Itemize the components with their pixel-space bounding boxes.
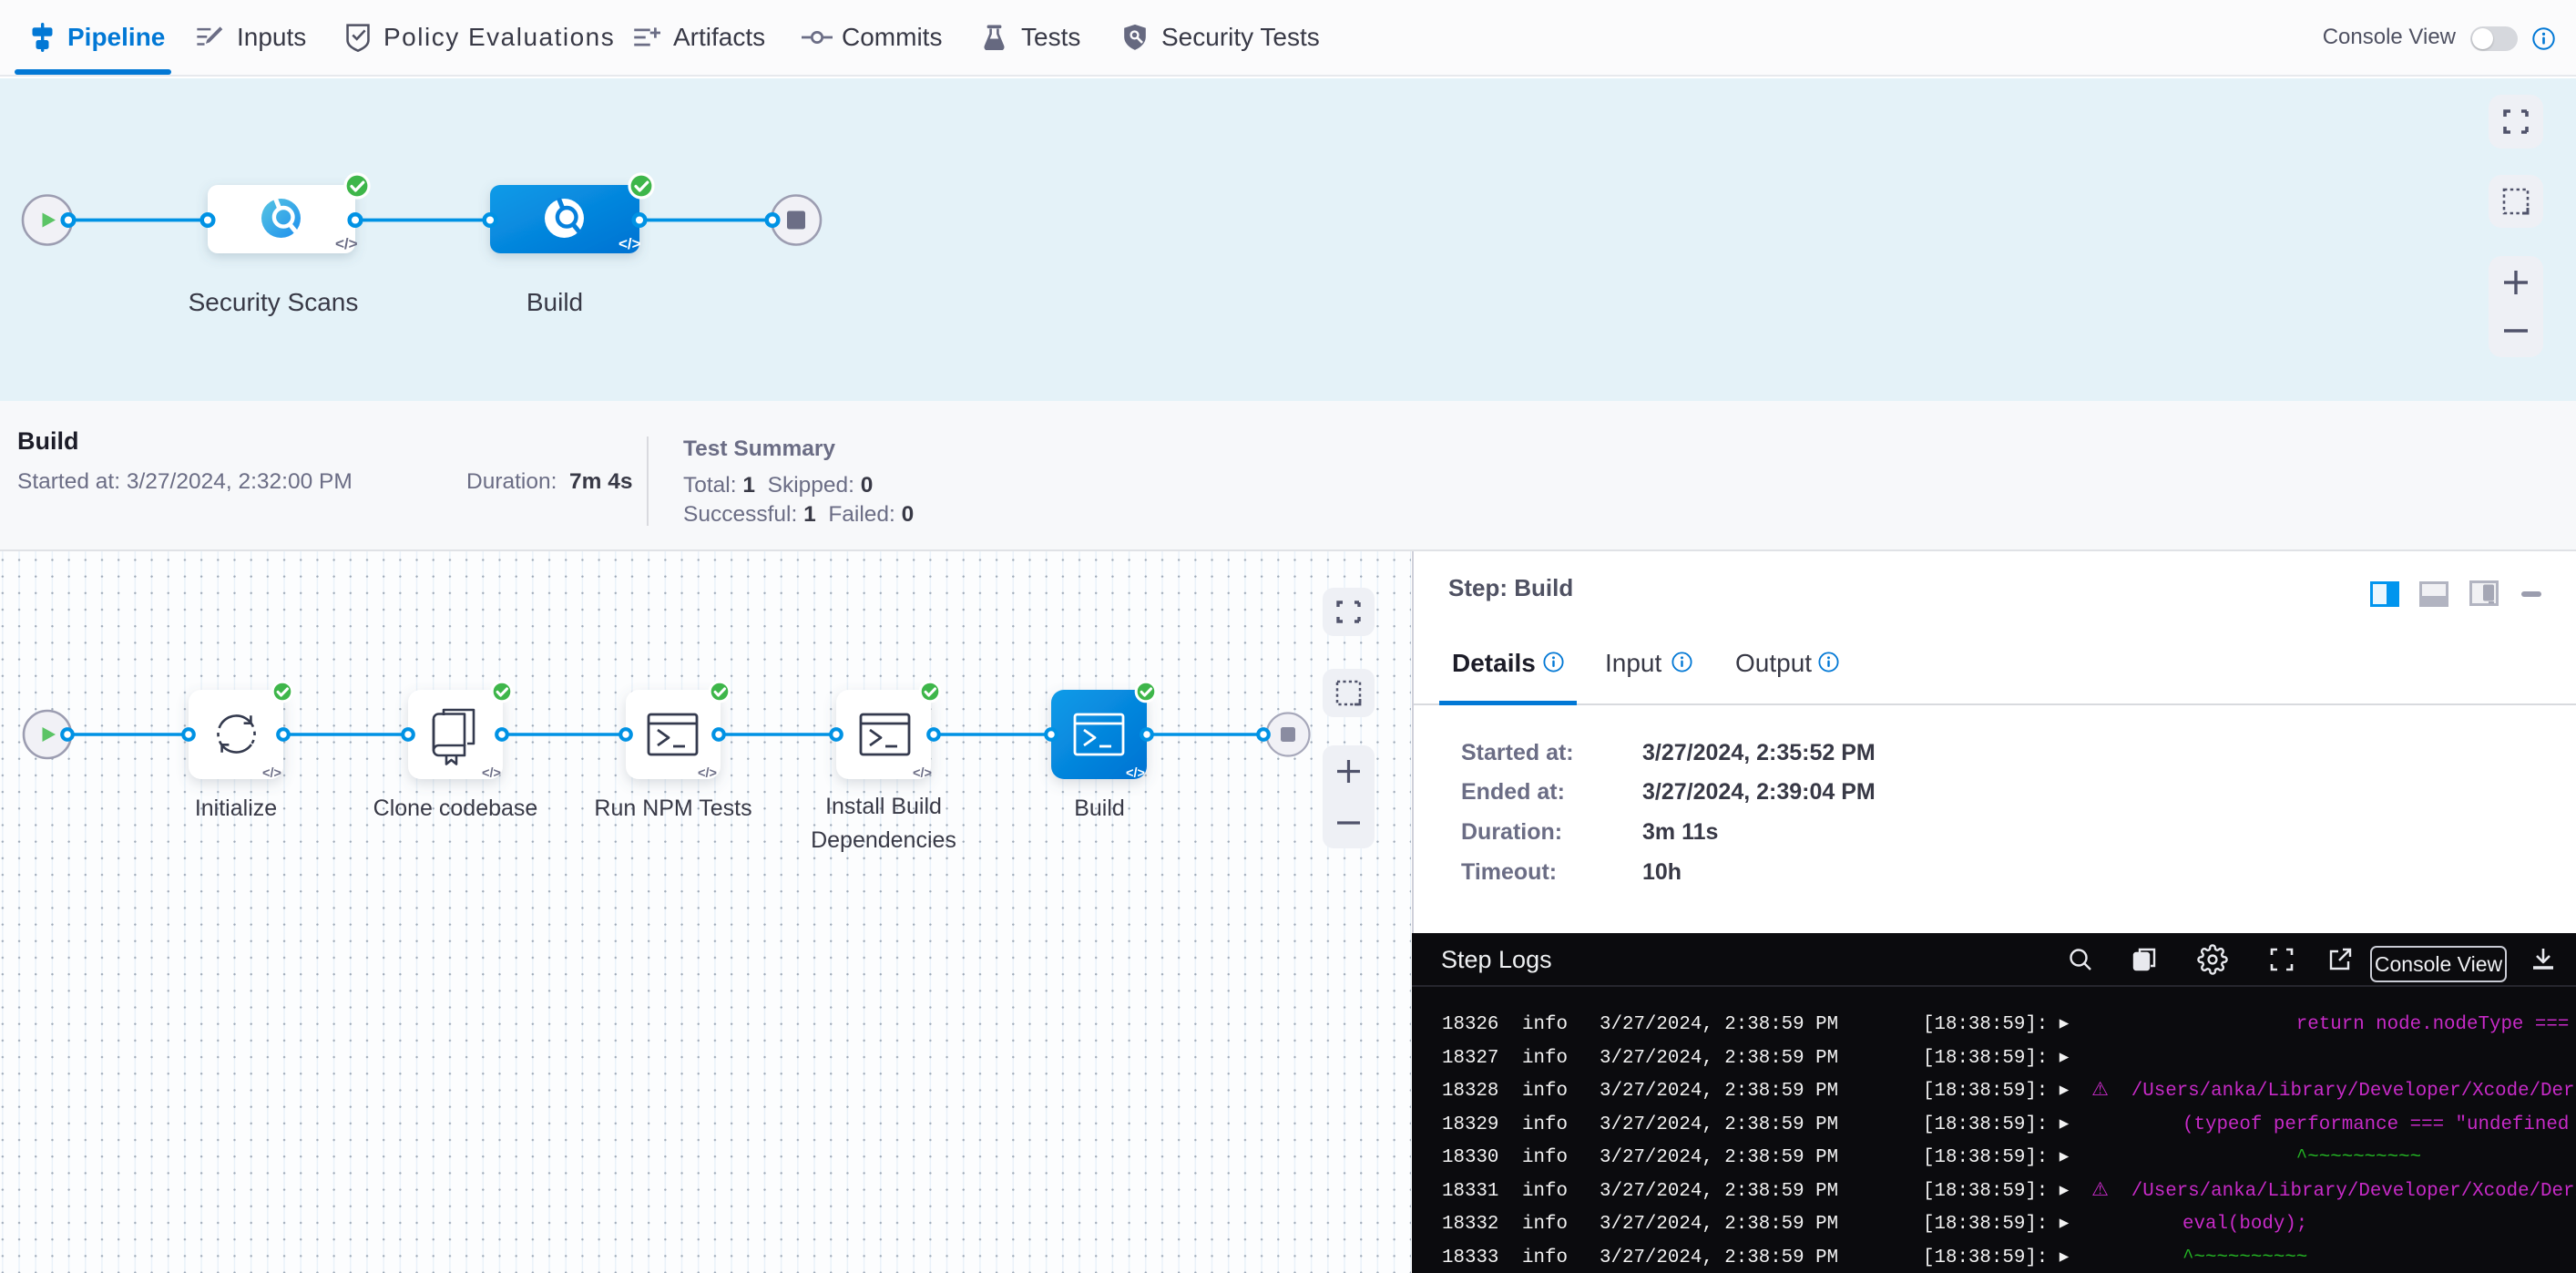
svg-text:</>: </>	[335, 235, 358, 252]
svg-text:</>: </>	[1126, 766, 1145, 781]
svg-text:</>: </>	[482, 766, 501, 781]
svg-text:</>: </>	[698, 766, 717, 781]
svg-text:</>: </>	[262, 766, 281, 781]
svg-text:</>: </>	[618, 235, 641, 252]
svg-text:</>: </>	[913, 766, 932, 781]
